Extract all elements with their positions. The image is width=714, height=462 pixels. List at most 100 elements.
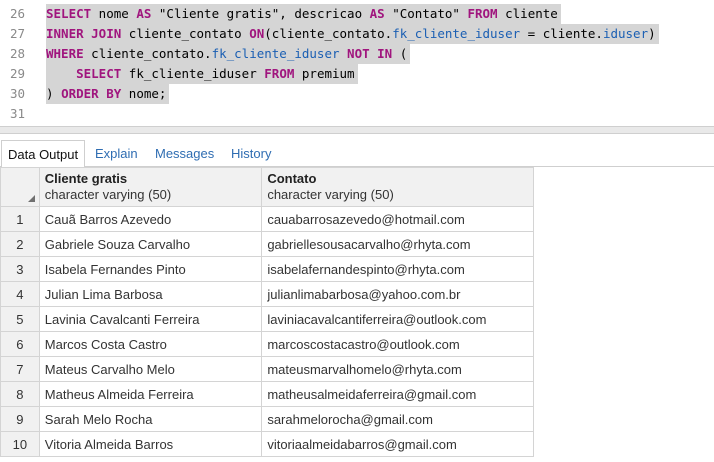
table-row[interactable]: 3 Isabela Fernandes Pinto isabelafernandes… [0, 256, 534, 282]
table-row[interactable]: 4 Julian Lima Barbosa julianlimabarbosa@ya… [0, 281, 534, 307]
cell-contato[interactable]: vitoriaalmeidabarros@gmail.com [261, 431, 534, 457]
row-number[interactable]: 10 [0, 431, 40, 457]
cell-contato[interactable]: julianlimabarbosa@yahoo.com.br [261, 281, 534, 307]
table-row[interactable]: 7 Mateus Carvalho Melo mateusmarvalhomelo@… [0, 356, 534, 382]
tab-data-output[interactable]: Data Output [1, 140, 86, 168]
table-row[interactable]: 2 Gabriele Souza Carvalho gabriellesousaca… [0, 231, 534, 257]
sql-text: nome [91, 6, 137, 21]
sql-keyword: FROM [467, 6, 498, 21]
sql-column: fk_cliente_iduser [392, 26, 521, 41]
column-type: character varying (50) [267, 187, 394, 202]
column-header-contato[interactable]: Contato character varying (50) [261, 167, 534, 207]
row-number[interactable]: 3 [0, 256, 40, 282]
cell-contato[interactable]: mateusmarvalhomelo@rhyta.com [261, 356, 534, 382]
cell-contato[interactable]: sarahmelorocha@gmail.com [261, 406, 534, 432]
line-number: 29 [10, 66, 26, 81]
tab-history[interactable]: History [231, 140, 271, 167]
cell-cliente-gratis[interactable]: Vitoria Almeida Barros [38, 431, 263, 457]
sql-keyword: WHERE [46, 46, 84, 61]
column-name: Contato [267, 171, 317, 186]
row-number[interactable]: 6 [0, 331, 40, 357]
corner-triangle-icon [27, 195, 35, 202]
table-row[interactable]: 9 Sarah Melo Rocha sarahmelorocha@gmail.co… [0, 406, 534, 432]
cell-cliente-gratis[interactable]: Gabriele Souza Carvalho [38, 231, 263, 257]
code-line[interactable]: 30 ) ORDER BY nome; [0, 84, 714, 104]
column-header-cliente-gratis[interactable]: Cliente gratis character varying (50) [38, 167, 263, 207]
sql-keyword: INNER JOIN [46, 26, 122, 41]
code-text[interactable]: SELECT fk_cliente_iduser FROM premium [46, 64, 358, 84]
cell-cliente-gratis[interactable]: Marcos Costa Castro [38, 331, 263, 357]
sql-text: = cliente. [520, 26, 603, 41]
row-number[interactable]: 5 [0, 306, 40, 332]
cell-contato[interactable]: isabelafernandespinto@rhyta.com [261, 256, 534, 282]
sql-text: ) [648, 26, 656, 41]
result-grid: Cliente gratis character varying (50) Co… [0, 167, 534, 457]
sql-keyword: ON [249, 26, 265, 41]
table-row[interactable]: 1 Cauã Barros Azevedo cauabarrosazevedo@ho… [0, 206, 534, 232]
code-text[interactable]: WHERE cliente_contato.fk_cliente_iduser … [46, 44, 411, 64]
column-type: character varying (50) [44, 187, 172, 202]
sql-text: ( [392, 46, 408, 61]
code-line[interactable]: 27 INNER JOIN cliente_contato ON(cliente_… [0, 24, 714, 44]
cell-contato[interactable]: laviniacavalcantiferreira@outlook.com [261, 306, 534, 332]
sql-column: iduser [602, 26, 649, 41]
result-table: Cliente gratis character varying (50) Co… [0, 167, 534, 457]
tab-messages[interactable]: Messages [155, 140, 214, 167]
code-line[interactable]: 26 SELECT nome AS "Cliente gratis", descr… [0, 4, 714, 24]
sql-text: cliente_contato [121, 26, 250, 41]
sql-keyword: FROM [264, 66, 295, 81]
tab-explain[interactable]: Explain [95, 140, 138, 167]
sql-keyword: ORDER BY [61, 86, 122, 101]
table-row[interactable]: 6 Marcos Costa Castro marcoscostacastro@ou… [0, 331, 534, 357]
sql-text: fk_cliente_iduser [121, 66, 265, 81]
cell-cliente-gratis[interactable]: Isabela Fernandes Pinto [38, 256, 263, 282]
sql-keyword: SELECT [76, 66, 122, 81]
sql-text: cliente_contato. [83, 46, 212, 61]
cell-contato[interactable]: marcoscostacastro@outlook.com [261, 331, 534, 357]
line-number: 26 [10, 6, 26, 21]
line-number: 30 [10, 86, 26, 101]
sql-text: "Cliente gratis", descricao [151, 6, 370, 21]
code-text[interactable]: ) ORDER BY nome; [46, 84, 170, 104]
table-row[interactable]: 5 Lavinia Cavalcanti Ferreira laviniacaval… [0, 306, 534, 332]
sql-keyword: NOT IN [347, 46, 393, 61]
pane-splitter[interactable] [0, 126, 714, 134]
row-number[interactable]: 4 [0, 281, 40, 307]
code-line[interactable]: 28 WHERE cliente_contato.fk_cliente_iduse… [0, 44, 714, 64]
cell-cliente-gratis[interactable]: Mateus Carvalho Melo [38, 356, 263, 382]
sql-editor[interactable]: 26 SELECT nome AS "Cliente gratis", descr… [0, 0, 714, 126]
sql-text: nome; [121, 86, 167, 101]
column-name: Cliente gratis [44, 171, 128, 186]
sql-text: (cliente_contato. [264, 26, 393, 41]
code-text[interactable]: SELECT nome AS "Cliente gratis", descric… [46, 4, 561, 24]
row-number[interactable]: 2 [0, 231, 40, 257]
sql-keyword: SELECT [46, 6, 92, 21]
sql-keyword: AS [369, 6, 385, 21]
header-row: Cliente gratis character varying (50) Co… [0, 167, 534, 207]
sql-text: premium [294, 66, 355, 81]
cell-contato[interactable]: gabriellesousacarvalho@rhyta.com [261, 231, 534, 257]
sql-column: fk_cliente_iduser [211, 46, 340, 61]
cell-contato[interactable]: cauabarrosazevedo@hotmail.com [261, 206, 534, 232]
row-number[interactable]: 1 [0, 206, 40, 232]
row-number[interactable]: 7 [0, 356, 40, 382]
row-number[interactable]: 8 [0, 381, 40, 407]
code-line[interactable]: 31 [0, 104, 714, 124]
cell-cliente-gratis[interactable]: Cauã Barros Azevedo [38, 206, 263, 232]
cell-cliente-gratis[interactable]: Lavinia Cavalcanti Ferreira [38, 306, 263, 332]
sql-text: cliente [497, 6, 558, 21]
cell-cliente-gratis[interactable]: Matheus Almeida Ferreira [38, 381, 263, 407]
sql-keyword: AS [136, 6, 152, 21]
cell-contato[interactable]: matheusalmeidaferreira@gmail.com [261, 381, 534, 407]
cell-cliente-gratis[interactable]: Julian Lima Barbosa [38, 281, 263, 307]
cell-cliente-gratis[interactable]: Sarah Melo Rocha [38, 406, 263, 432]
table-row[interactable]: 10 Vitoria Almeida Barros vitoriaalmeidaba… [0, 431, 534, 457]
code-text[interactable]: INNER JOIN cliente_contato ON(cliente_co… [46, 24, 659, 44]
table-row[interactable]: 8 Matheus Almeida Ferreira matheusalmeidaf… [0, 381, 534, 407]
line-number: 31 [10, 106, 26, 121]
row-number[interactable]: 9 [0, 406, 40, 432]
select-all-corner[interactable] [0, 167, 40, 207]
code-line[interactable]: 29 SELECT fk_cliente_iduser FROM premium [0, 64, 714, 84]
